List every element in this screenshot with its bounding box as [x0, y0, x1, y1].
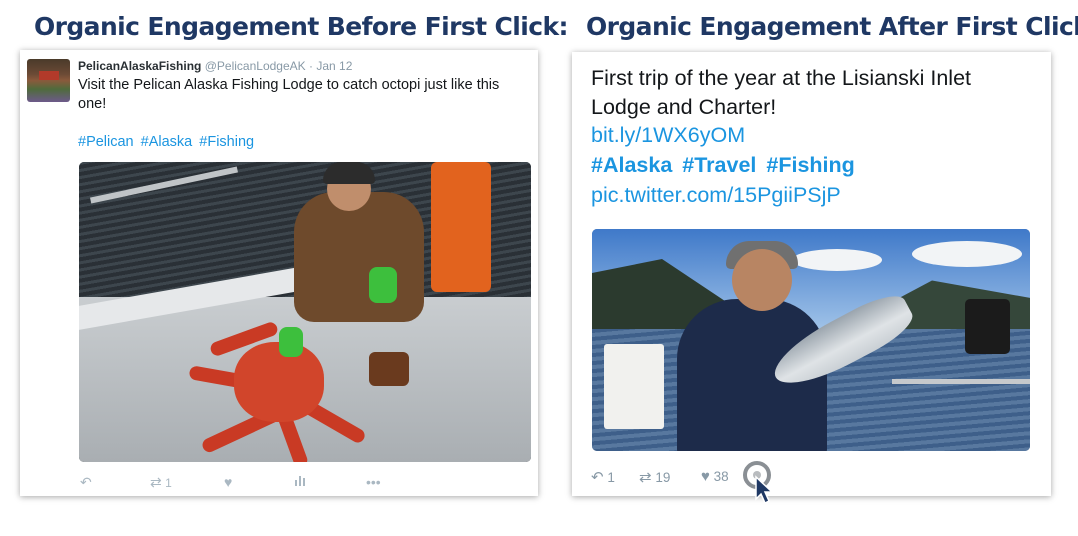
tweet-actions: ↶ ⇄ 1 ♥ •••	[78, 474, 398, 490]
tweet-text: First trip of the year at the Lisianski …	[591, 66, 971, 119]
reply-button[interactable]: ↶ 1	[591, 468, 615, 486]
tweet-header: PelicanAlaskaFishing @PelicanLodgeAK · J…	[78, 59, 352, 73]
short-link[interactable]: bit.ly/1WX6yOM	[591, 123, 745, 148]
tweet-actions: ↶ 1 ⇄ 19 ♥ 38	[591, 468, 891, 486]
retweet-button[interactable]: ⇄ 19	[639, 468, 670, 486]
heading-before-first-click: Organic Engagement Before First Click:	[34, 12, 568, 41]
reply-icon: ↶	[591, 469, 604, 486]
tweet-card-after: First trip of the year at the Lisianski …	[572, 52, 1051, 496]
hashtag-link[interactable]: #Alaska	[591, 153, 672, 177]
retweet-count: 19	[655, 470, 671, 485]
tweet-photo-salmon[interactable]	[592, 229, 1030, 451]
pic-link[interactable]: pic.twitter.com/15PgiiPSjP	[591, 183, 841, 208]
more-icon[interactable]: •••	[366, 474, 381, 490]
reply-icon[interactable]: ↶	[80, 474, 92, 491]
user-name[interactable]: PelicanAlaskaFishing	[78, 59, 201, 73]
separator: ·	[309, 59, 313, 73]
reply-count: 1	[607, 470, 615, 485]
hashtag-link[interactable]: #Travel	[682, 153, 756, 177]
user-handle[interactable]: @PelicanLodgeAK	[205, 59, 306, 73]
tweet-card-before: PelicanAlaskaFishing @PelicanLodgeAK · J…	[20, 50, 538, 496]
tweet-photo-octopus[interactable]	[79, 162, 531, 462]
like-count: 38	[713, 469, 729, 484]
retweet-button[interactable]: ⇄ 1	[150, 474, 172, 491]
retweet-count: 1	[165, 476, 172, 490]
hashtag-list: #Pelican #Alaska #Fishing	[78, 134, 257, 150]
mouse-cursor-icon	[755, 475, 774, 505]
like-button[interactable]: ♥ 38	[701, 468, 729, 485]
avatar[interactable]	[27, 59, 70, 102]
hashtag-link[interactable]: #Alaska	[141, 134, 193, 150]
analytics-icon[interactable]	[294, 474, 306, 489]
hashtag-link[interactable]: #Fishing	[766, 153, 854, 177]
heading-after-first-click: Organic Engagement After First Click:	[586, 12, 1078, 41]
heart-icon[interactable]: ♥	[224, 474, 232, 490]
retweet-icon: ⇄	[639, 469, 652, 486]
tweet-text: Visit the Pelican Alaska Fishing Lodge t…	[78, 77, 500, 112]
hashtag-list: #Alaska #Travel #Fishing	[591, 153, 859, 178]
hashtag-link[interactable]: #Fishing	[199, 134, 254, 150]
tweet-date[interactable]: Jan 12	[316, 59, 352, 73]
heart-icon: ♥	[701, 468, 710, 485]
retweet-icon: ⇄	[150, 474, 162, 490]
hashtag-link[interactable]: #Pelican	[78, 134, 134, 150]
